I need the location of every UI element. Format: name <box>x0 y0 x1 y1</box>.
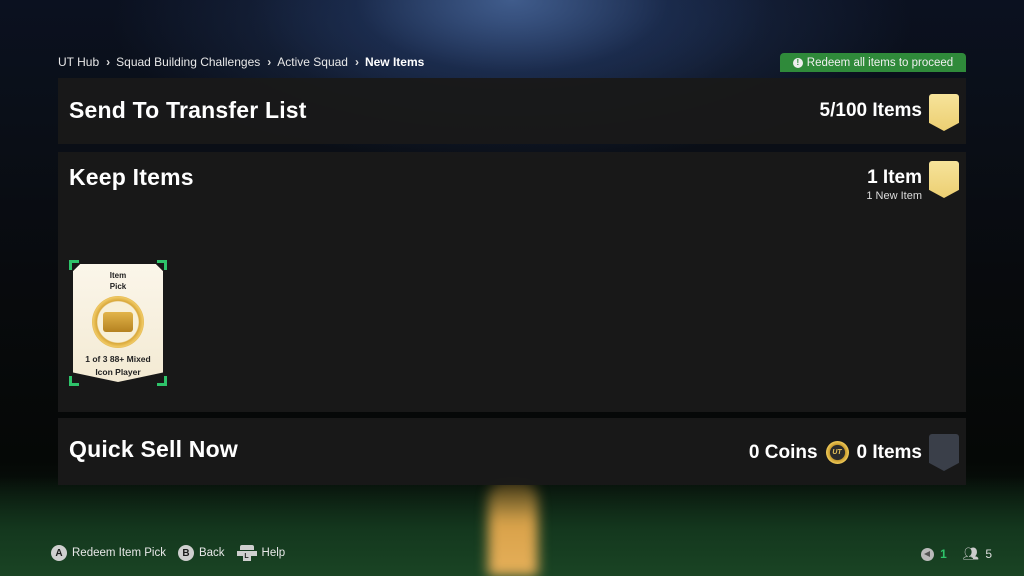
hint-back[interactable]: B Back <box>177 545 225 561</box>
keep-count-group: 1 Item 1 New Item <box>866 167 922 202</box>
breadcrumb: UT Hub › Squad Building Challenges › Act… <box>58 55 424 69</box>
redeem-notice-banner: ! Redeem all items to proceed <box>780 53 966 72</box>
hint-redeem-item-pick[interactable]: A Redeem Item Pick <box>51 545 166 561</box>
selection-corner <box>69 376 79 386</box>
ut-coin-icon: UT <box>825 441 849 464</box>
chevron-right-icon: › <box>354 55 359 69</box>
hint-label: Back <box>198 547 225 559</box>
breadcrumb-sbc[interactable]: Squad Building Challenges <box>116 55 260 69</box>
keep-items-panel: Keep Items 1 Item 1 New Item Item Pick 1… <box>58 152 966 412</box>
send-to-transfer-list-panel[interactable]: Send To Transfer List 5/100 Items <box>58 78 966 144</box>
transfer-count-group: 5/100 Items <box>820 100 922 122</box>
player-pick-emblem-icon <box>92 296 144 348</box>
panel-title: Keep Items <box>69 164 194 190</box>
hint-help[interactable]: L Help <box>236 545 286 561</box>
players-silhouette-icon <box>103 312 133 332</box>
keep-count: 1 Item <box>867 167 922 188</box>
left-trigger-icon: L <box>236 545 257 561</box>
gold-shield-icon <box>929 94 959 131</box>
panel-title: Send To Transfer List <box>69 97 307 123</box>
gold-shield-icon <box>929 161 959 198</box>
transfer-count: 5/100 Items <box>819 100 922 121</box>
controller-hints: A Redeem Item Pick B Back L Help <box>51 545 285 561</box>
card-title: Item Pick <box>73 264 163 292</box>
item-pick-card[interactable]: Item Pick 1 of 3 88+ Mixed Icon Player <box>69 260 167 386</box>
pitch-light-streak <box>488 480 538 576</box>
breadcrumb-ut-hub[interactable]: UT Hub <box>58 55 99 69</box>
voice-chat-icon <box>921 547 935 561</box>
status-indicators: 1 👥︎ 5 <box>921 546 992 562</box>
keep-new-count: 1 New Item <box>866 190 922 202</box>
hint-label: Redeem Item Pick <box>72 547 166 559</box>
quick-sell-summary: 0 Coins UT 0 Items <box>749 441 922 464</box>
selection-corner <box>157 376 167 386</box>
breadcrumb-active-squad[interactable]: Active Squad <box>277 55 348 69</box>
hint-label: Help <box>261 547 286 559</box>
notice-text: Redeem all items to proceed <box>806 56 954 69</box>
card-description: 1 of 3 88+ Mixed Icon Player <box>73 353 163 379</box>
card-title-line: Item <box>109 271 127 280</box>
chevron-right-icon: › <box>106 55 111 69</box>
party-count: 5 <box>985 547 992 561</box>
quick-sell-now-panel[interactable]: Quick Sell Now 0 Coins UT 0 Items <box>58 418 966 485</box>
card-desc-line: 1 of 3 88+ Mixed <box>85 354 151 364</box>
card-title-line: Pick <box>109 282 127 291</box>
party-members-icon: 👥︎ <box>962 546 980 561</box>
exclamation-circle-icon: ! <box>792 57 803 68</box>
grey-shield-icon <box>929 434 959 471</box>
card-desc-line: Icon Player <box>95 367 141 377</box>
voice-count: 1 <box>940 547 947 561</box>
coins-value: 0 Coins <box>748 441 818 463</box>
quick-sell-count: 0 Items <box>856 441 922 463</box>
a-button-icon: A <box>51 545 67 561</box>
chevron-right-icon: › <box>267 55 272 69</box>
panel-title: Quick Sell Now <box>69 436 238 462</box>
breadcrumb-new-items: New Items <box>364 55 425 69</box>
card-face: Item Pick 1 of 3 88+ Mixed Icon Player <box>73 264 163 382</box>
b-button-icon: B <box>177 545 194 561</box>
